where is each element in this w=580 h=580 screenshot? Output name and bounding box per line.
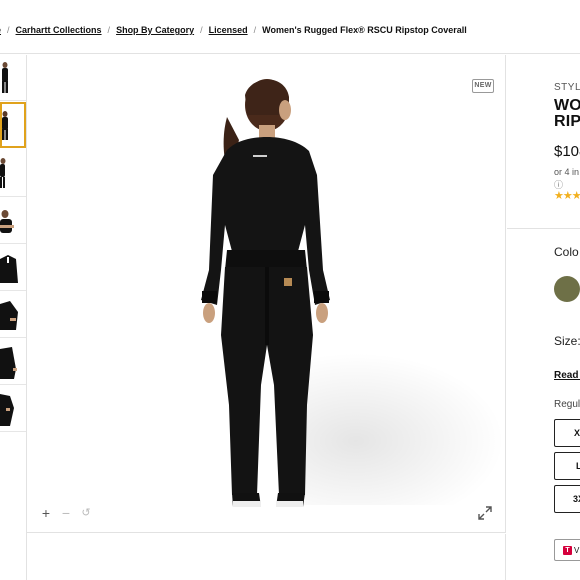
size-button-3x[interactable]: 3X	[554, 485, 580, 513]
zoom-out-icon[interactable]: −	[59, 506, 73, 520]
new-badge: NEW	[472, 79, 494, 93]
zoom-in-icon[interactable]: +	[39, 506, 53, 520]
t-logo-icon: T	[563, 545, 572, 555]
fullscreen-expand-icon[interactable]	[478, 506, 492, 520]
thumbnail-3[interactable]	[0, 151, 26, 197]
breadcrumb-home-link[interactable]: e	[0, 25, 1, 35]
breadcrumb-separator: /	[107, 25, 111, 35]
product-title-line-1: WOM	[554, 97, 580, 114]
thumbnail-4[interactable]	[0, 198, 26, 244]
thumbnail-image	[2, 111, 8, 140]
divider	[507, 228, 580, 229]
fit-type-label: Regula	[554, 399, 580, 410]
rating-stars[interactable]: ★★★	[554, 189, 580, 202]
size-label: Size:	[554, 334, 580, 348]
thumbnail-2-selected[interactable]	[0, 102, 26, 148]
thumbnail-image	[0, 255, 18, 283]
promo-button[interactable]: T V	[554, 539, 580, 561]
size-guide-link[interactable]: Read r	[554, 370, 580, 381]
size-button-l[interactable]: L	[554, 452, 580, 480]
breadcrumb: e / Carhartt Collections / Shop By Categ…	[0, 0, 580, 54]
installments-text: or 4 in	[554, 167, 580, 177]
promo-button-label: V	[574, 545, 580, 555]
thumbnail-image	[0, 158, 6, 188]
thumbnail-rail	[0, 55, 27, 580]
color-swatch-olive[interactable]	[554, 276, 580, 302]
product-image-viewer[interactable]: NEW + − ↺	[27, 55, 517, 533]
product-price: $108	[554, 143, 580, 160]
thumbnail-8[interactable]	[0, 386, 26, 432]
thumbnail-image	[0, 347, 17, 379]
breadcrumb-current-page: Women's Rugged Flex® RSCU Ripstop Covera…	[262, 25, 467, 35]
thumbnail-image	[0, 210, 14, 233]
style-number-label: STYLE	[554, 82, 580, 93]
thumbnail-image	[0, 301, 18, 330]
thumbnail-image	[2, 62, 8, 93]
zoom-controls: + − ↺	[39, 506, 93, 520]
reset-zoom-icon[interactable]: ↺	[79, 506, 93, 520]
product-title-line-2: RIPS	[554, 113, 580, 130]
product-info-panel: STYLE WOM RIPS $108 or 4 in ⓘ ★★★ Colo S…	[507, 55, 580, 580]
color-label: Colo	[554, 245, 579, 259]
product-model-image	[201, 79, 330, 507]
breadcrumb-shop-by-category-link[interactable]: Shop By Category	[116, 25, 194, 35]
viewer-footer	[27, 534, 506, 580]
size-button-xs[interactable]: XS	[554, 419, 580, 447]
breadcrumb-separator: /	[253, 25, 257, 35]
breadcrumb-separator: /	[7, 25, 10, 35]
thumbnail-6[interactable]	[0, 292, 26, 338]
thumbnail-5[interactable]	[0, 245, 26, 291]
thumbnail-7[interactable]	[0, 339, 26, 385]
thumbnail-image	[0, 394, 14, 426]
breadcrumb-licensed-link[interactable]: Licensed	[209, 25, 248, 35]
thumbnail-1[interactable]	[0, 55, 26, 101]
breadcrumb-carhartt-collections-link[interactable]: Carhartt Collections	[16, 25, 102, 35]
product-title: WOM RIPS	[554, 98, 580, 130]
breadcrumb-separator: /	[200, 25, 203, 35]
